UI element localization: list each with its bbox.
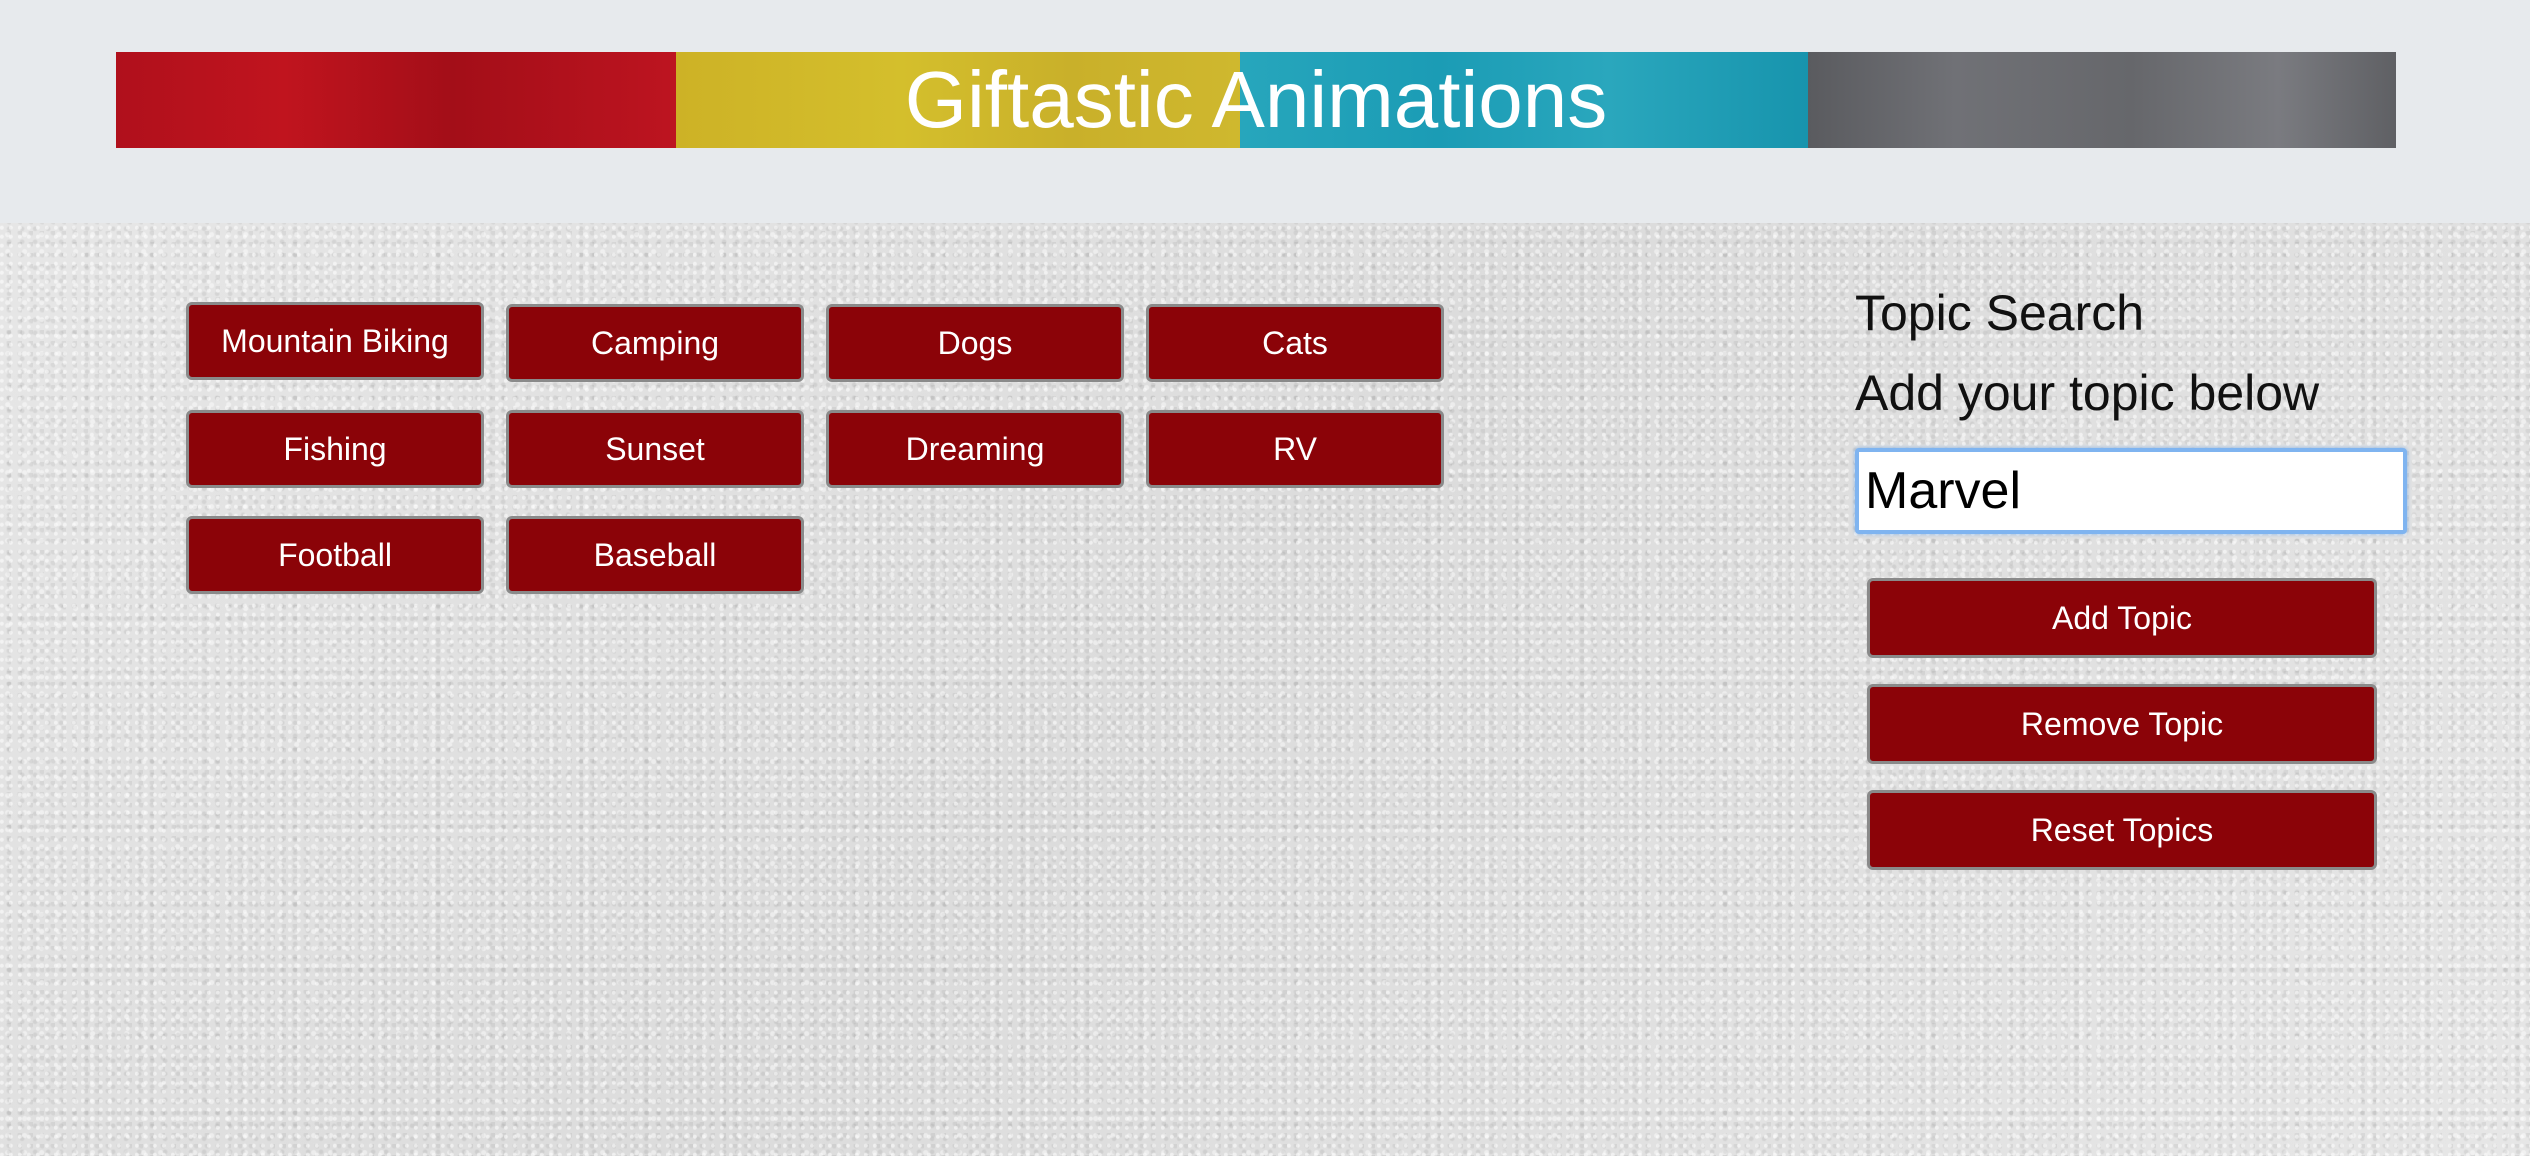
topic-input[interactable] [1855,448,2407,534]
topic-button-baseball[interactable]: Baseball [506,516,804,594]
page: Giftastic Animations Mountain Biking Cam… [0,0,2530,1156]
topic-button-dogs[interactable]: Dogs [826,304,1124,382]
topic-button-sunset[interactable]: Sunset [506,410,804,488]
add-topic-instruction: Add your topic below [1855,365,2320,421]
topic-button-football[interactable]: Football [186,516,484,594]
reset-topics-button[interactable]: Reset Topics [1867,790,2377,870]
topic-button-dreaming[interactable]: Dreaming [826,410,1124,488]
topic-button-mountain-biking[interactable]: Mountain Biking [186,302,484,380]
topic-search-heading: Topic Search [1855,285,2145,341]
add-topic-button[interactable]: Add Topic [1867,578,2377,658]
topic-button-rv[interactable]: RV [1146,410,1444,488]
header-banner: Giftastic Animations [116,52,2396,148]
topic-button-cats[interactable]: Cats [1146,304,1444,382]
topic-button-fishing[interactable]: Fishing [186,410,484,488]
topic-button-camping[interactable]: Camping [506,304,804,382]
page-title: Giftastic Animations [904,55,1608,144]
header-band: Giftastic Animations [0,0,2530,223]
remove-topic-button[interactable]: Remove Topic [1867,684,2377,764]
